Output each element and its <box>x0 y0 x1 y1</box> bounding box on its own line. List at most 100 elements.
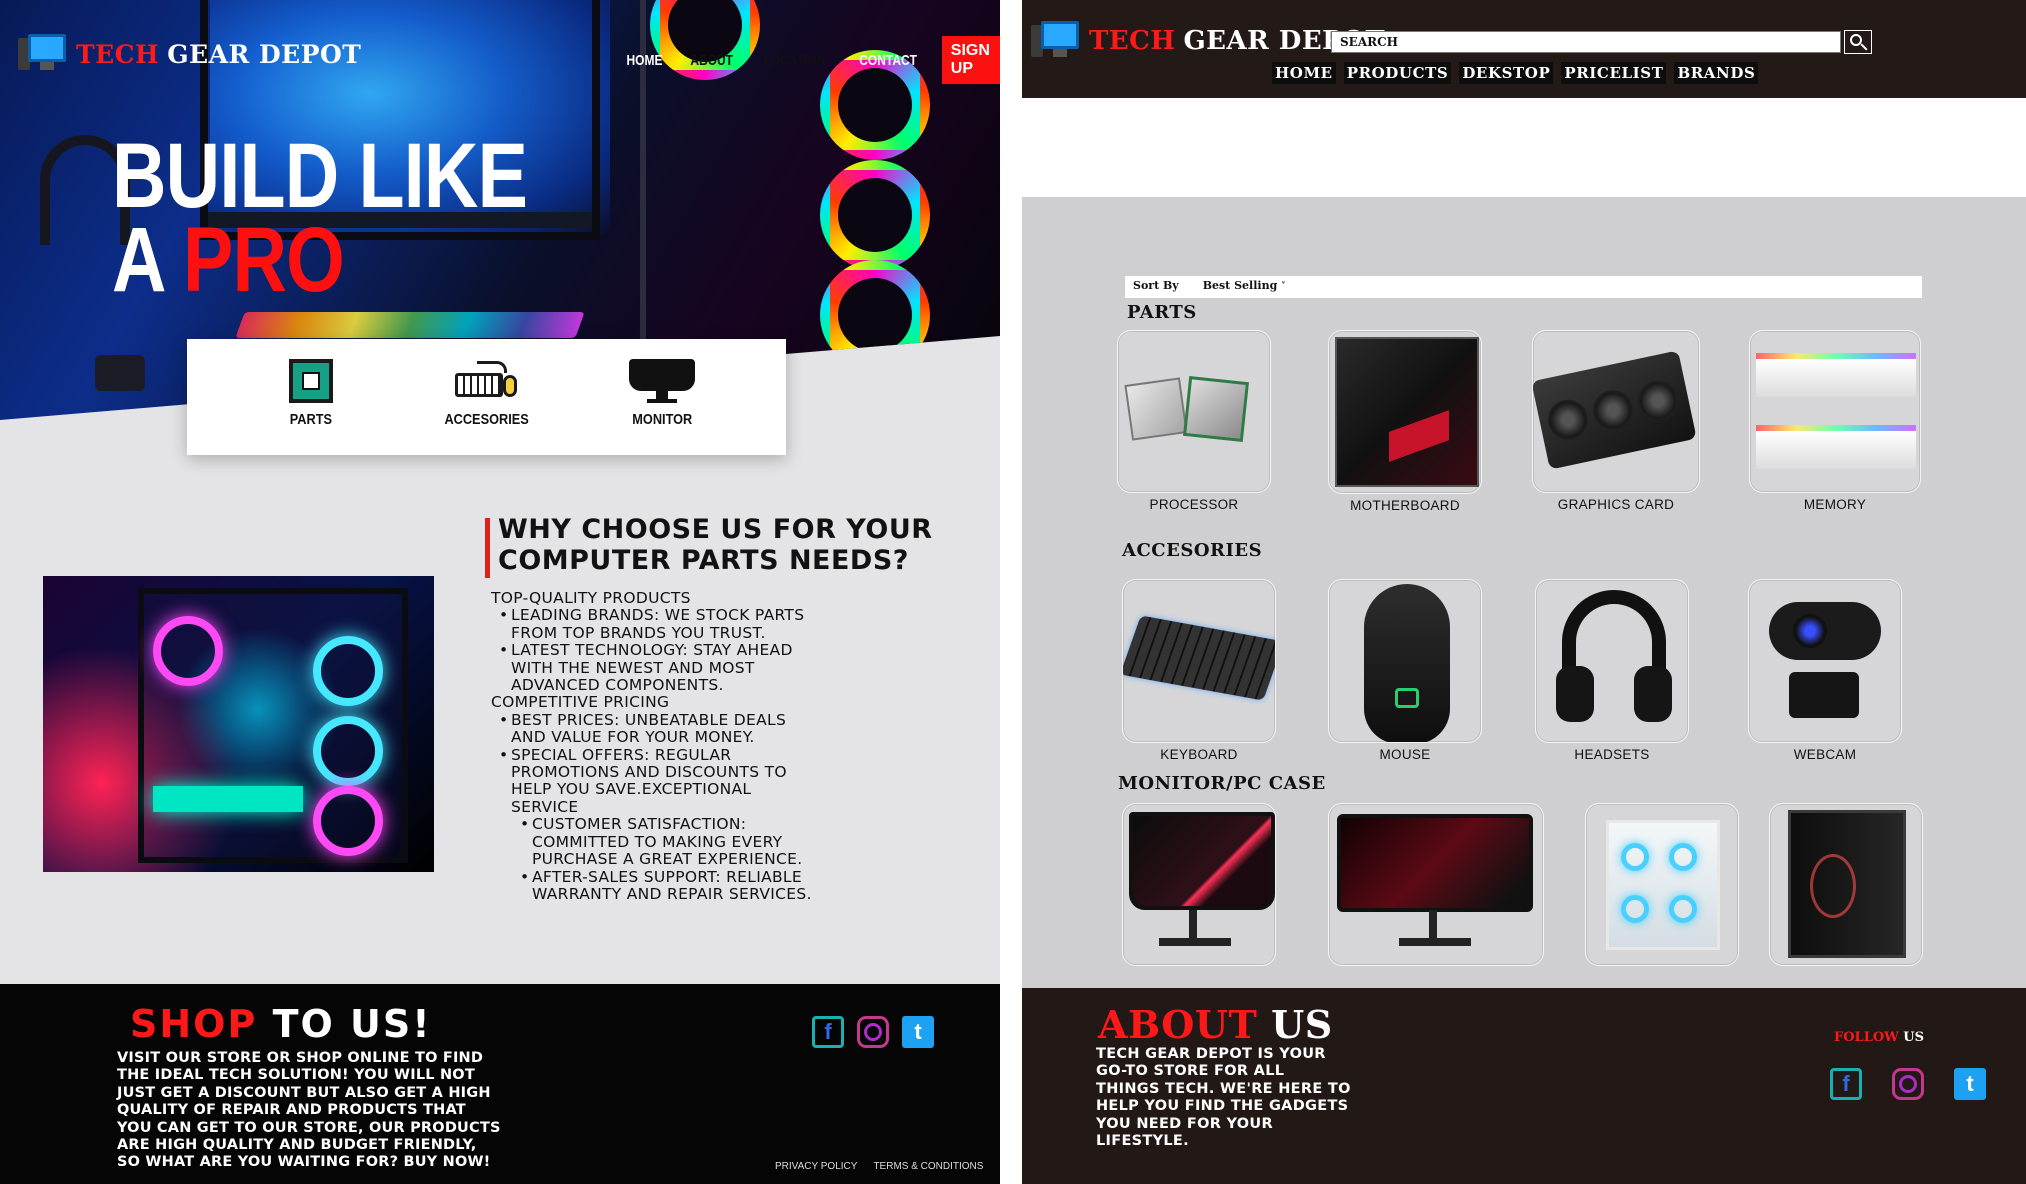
why-choose-list: TOP-QUALITY PRODUCTSLEADING BRANDS: WE S… <box>491 589 812 903</box>
mouse-image <box>1364 584 1450 742</box>
terms-link[interactable]: TERMS & CONDITIONS <box>873 1161 983 1172</box>
nav-about[interactable]: ABOUT <box>690 52 733 69</box>
nav-contact[interactable]: CONTACT <box>859 52 917 69</box>
twitter-icon[interactable]: t <box>902 1016 934 1048</box>
nav-brands[interactable]: BRANDS <box>1674 62 1759 84</box>
section-title-parts: PARTS <box>1127 302 1197 323</box>
product-keyboard[interactable]: KEYBOARD <box>1122 579 1276 762</box>
gpu-fan <box>1634 376 1682 425</box>
shop-text-line: YOU CAN GET TO OUR STORE, OUR PRODUCTS <box>117 1119 501 1136</box>
page-divider <box>1000 0 1022 1184</box>
product-image-card <box>1749 330 1921 493</box>
product-graphics-card[interactable]: GRAPHICS CARD <box>1532 330 1700 512</box>
why-title-line: WHY CHOOSE US FOR YOUR <box>498 514 933 545</box>
nav-products[interactable]: PRODUCTS <box>1343 62 1452 84</box>
product-image-card <box>1122 803 1276 966</box>
sort-dropdown[interactable]: Sort By Best Selling ˅ <box>1125 276 1922 298</box>
category-parts[interactable]: PARTS <box>236 359 386 455</box>
mouse-image <box>95 355 145 391</box>
product-headsets[interactable]: HEADSETS <box>1535 579 1689 762</box>
nav-home[interactable]: HOME <box>627 52 663 69</box>
follow-us-label: FOLLOW US <box>1834 1030 1924 1045</box>
product-label: HEADSETS <box>1574 747 1650 762</box>
category-accessories[interactable]: ACCESORIES <box>411 359 561 455</box>
nav-home[interactable]: HOME <box>1272 62 1336 84</box>
shop-title-accent: SHOP <box>130 1002 258 1046</box>
nav-location[interactable]: LOCATION <box>764 52 826 69</box>
pc-case-image <box>1606 820 1720 950</box>
why-list-line: PURCHASE A GREAT EXPERIENCE. <box>532 850 803 869</box>
about-text-line: TECH GEAR DEPOT IS YOUR <box>1096 1046 1326 1062</box>
facebook-icon[interactable]: f <box>812 1016 844 1048</box>
product-label: GRAPHICS CARD <box>1557 497 1675 512</box>
about-text-line: YOU NEED FOR YOUR <box>1096 1115 1273 1132</box>
headset-cup <box>1634 666 1672 722</box>
category-label: ACCESORIES <box>444 411 529 428</box>
product-image-card <box>1769 803 1923 966</box>
product-monitor-wide[interactable] <box>1328 803 1544 966</box>
nav-pricelist[interactable]: PRICELIST <box>1561 62 1667 84</box>
computer-icon <box>1031 21 1081 61</box>
category-monitor[interactable]: MONITOR <box>587 359 737 455</box>
social-links: f t <box>1830 1068 1986 1100</box>
brand-name: GEAR DEPOT <box>167 39 362 69</box>
instagram-icon[interactable] <box>1892 1068 1924 1100</box>
product-image-card <box>1748 579 1902 743</box>
legal-links: PRIVACY POLICY TERMS & CONDITIONS <box>775 1161 983 1172</box>
about-text-line: LIFESTYLE. <box>1096 1133 1189 1150</box>
follow-rest: US <box>1903 1030 1925 1045</box>
shop-text-line: JUST GET A DISCOUNT BUT ALSO GET A HIGH <box>117 1084 491 1101</box>
amd-chip-image <box>1124 377 1188 441</box>
product-mouse[interactable]: MOUSE <box>1328 579 1482 762</box>
product-image-card <box>1532 330 1700 493</box>
monitor-feet <box>1159 938 1231 946</box>
twitter-icon[interactable]: t <box>1954 1068 1986 1100</box>
motherboard-image <box>1335 337 1479 487</box>
keyboard-mouse-icon <box>455 359 518 403</box>
search-input[interactable]: SEARCH <box>1331 31 1841 53</box>
why-list-line: PROMOTIONS AND DISCOUNTS TO <box>511 763 787 782</box>
why-list-line: COMMITTED TO MAKING EVERY <box>532 832 783 851</box>
shop-text-line: SO WHAT ARE YOU WAITING FOR? BUY NOW! <box>117 1154 491 1171</box>
shop-text-line: VISIT OUR STORE OR SHOP ONLINE TO FIND <box>117 1050 484 1066</box>
why-list-line: HELP YOU SAVE.EXCEPTIONAL <box>511 780 752 799</box>
product-image-card <box>1328 803 1544 966</box>
product-monitor-curved[interactable] <box>1122 803 1276 966</box>
why-title-line: COMPUTER PARTS NEEDS? <box>498 545 909 576</box>
nav-desktop[interactable]: DEKSTOP <box>1459 62 1554 84</box>
hero-title-line2: A PRO <box>112 214 527 306</box>
product-webcam[interactable]: WEBCAM <box>1748 579 1902 762</box>
category-card: PARTS ACCESORIES MONITOR <box>187 339 786 455</box>
privacy-policy-link[interactable]: PRIVACY POLICY <box>775 1161 857 1172</box>
product-pc-case-white[interactable] <box>1585 803 1739 966</box>
brand-name-accent: TECH <box>1089 26 1176 56</box>
about-title-rest: US <box>1271 1002 1333 1047</box>
headset-cup <box>1556 666 1594 722</box>
memory-stick-image <box>1756 353 1916 397</box>
social-links: f t <box>812 1016 934 1048</box>
case-fan <box>1621 843 1649 871</box>
product-memory[interactable]: MEMORY <box>1749 330 1921 512</box>
webcam-lens <box>1793 614 1827 648</box>
why-list-line: BEST PRICES: UNBEATABLE DEALS <box>491 711 812 730</box>
brand-logo[interactable]: TECH GEAR DEPOT <box>18 34 361 74</box>
rgb-keyboard-image <box>235 312 585 338</box>
instagram-icon[interactable] <box>857 1016 889 1048</box>
products-page: TECH GEAR DEPOT SEARCH HOME PRODUCTS DEK… <box>1022 0 2026 1184</box>
monitor-image <box>1129 812 1275 910</box>
computer-icon <box>18 34 68 74</box>
category-label: MONITOR <box>632 411 693 428</box>
case-fan <box>1621 895 1649 923</box>
memory-stick-image <box>1756 425 1916 469</box>
rgb-fan-image <box>820 160 930 270</box>
facebook-icon[interactable]: f <box>1830 1068 1862 1100</box>
product-label: MEMORY <box>1803 497 1867 512</box>
chevron-down-icon: ˅ <box>1281 282 1286 292</box>
sort-value: Best Selling ˅ <box>1203 279 1286 295</box>
product-pc-case-black[interactable] <box>1769 803 1923 966</box>
search-button[interactable] <box>1844 30 1872 54</box>
case-fan <box>1669 843 1697 871</box>
signup-button[interactable]: SIGN UP <box>941 36 1000 84</box>
product-processor[interactable]: PROCESSOR <box>1117 330 1271 512</box>
product-motherboard[interactable]: MOTHERBOARD <box>1328 330 1482 513</box>
